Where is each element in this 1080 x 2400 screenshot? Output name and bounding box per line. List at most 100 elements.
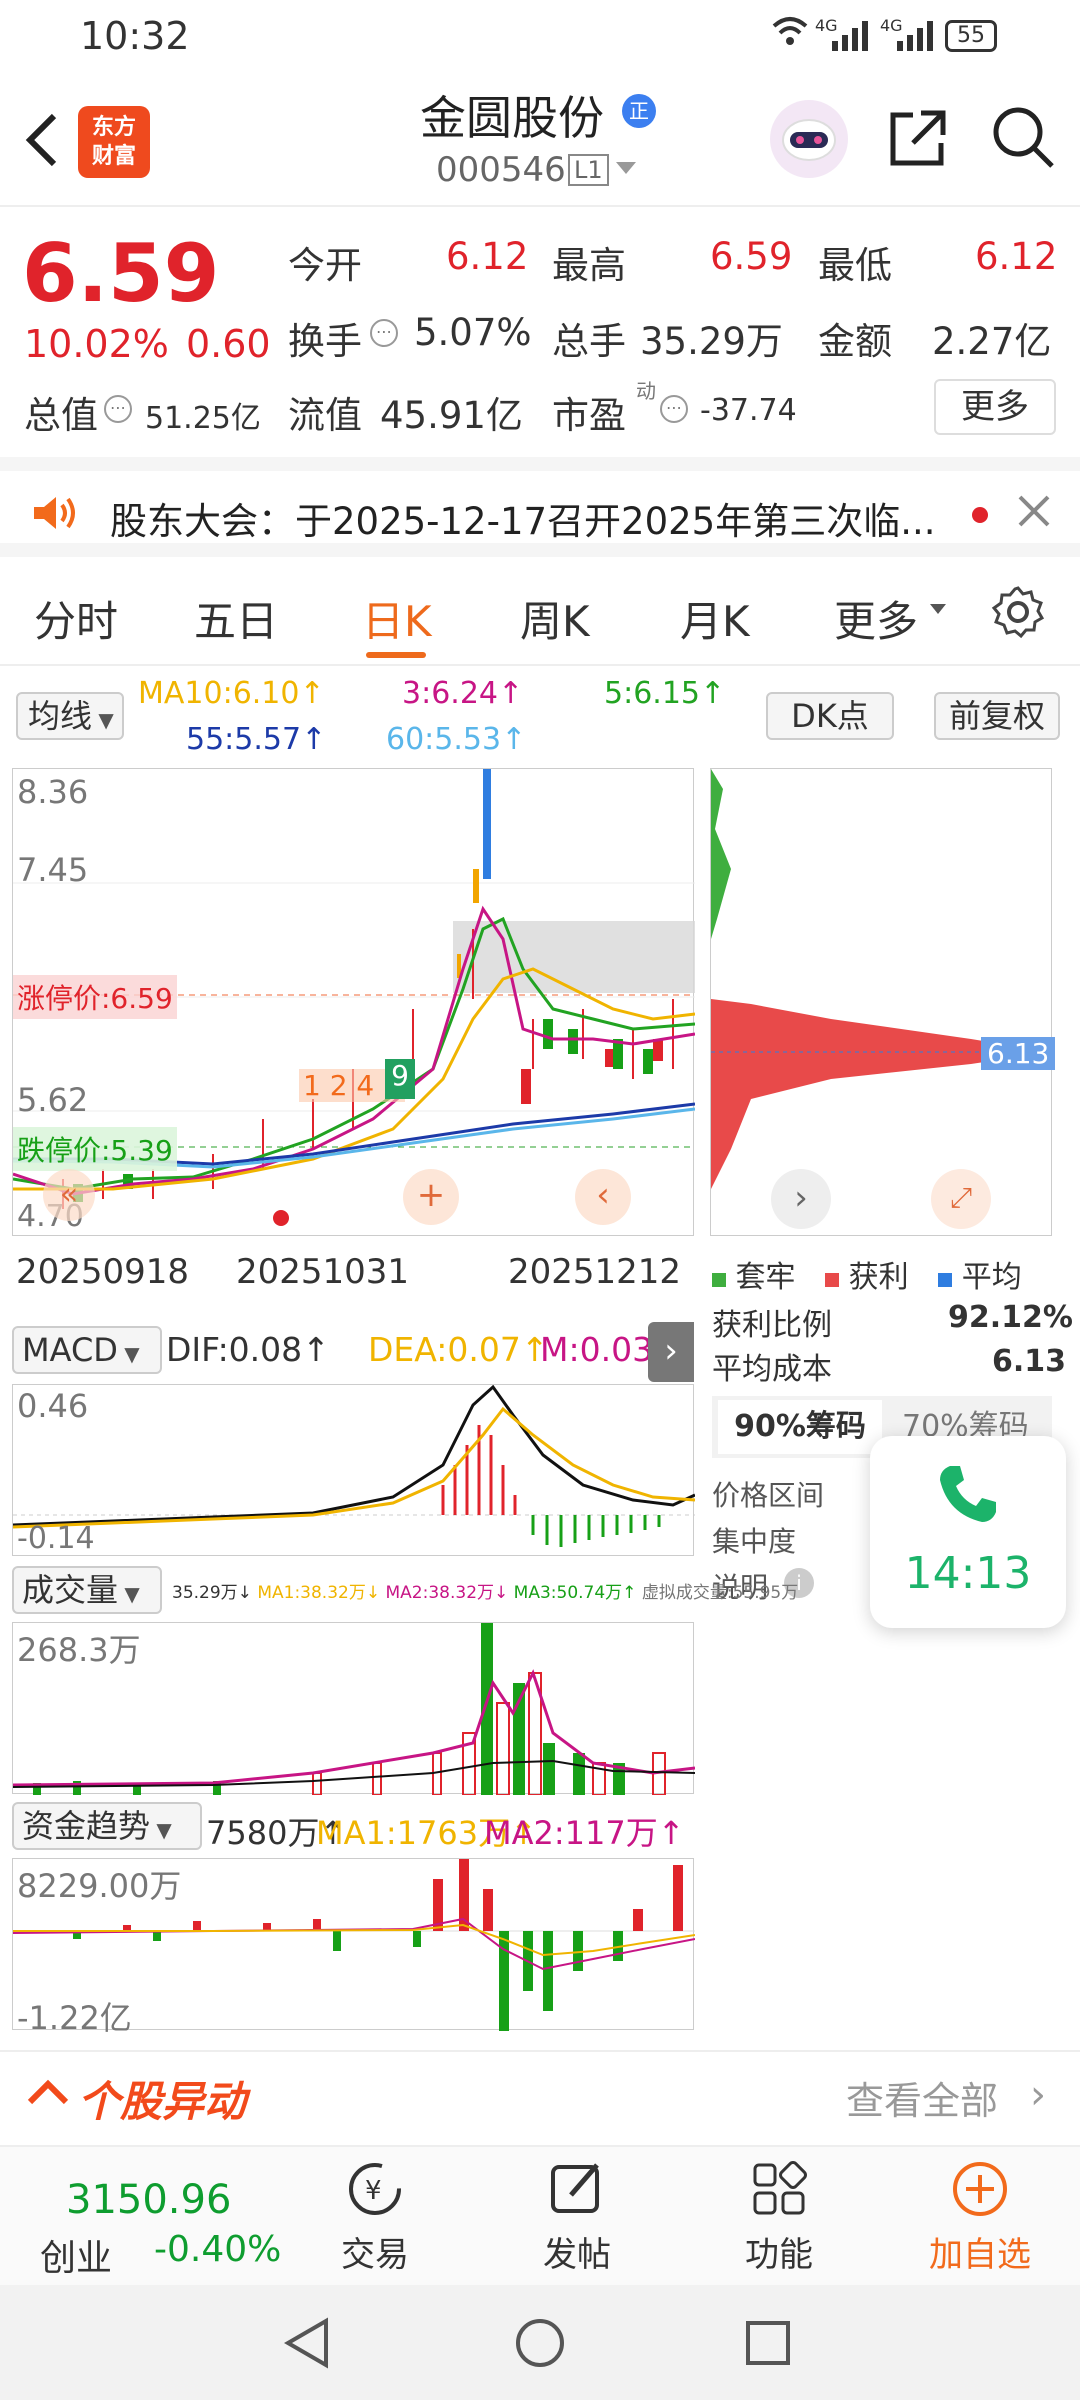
index-ticker[interactable]: 3150.96 创业 -0.40% (0, 2147, 300, 2287)
fund-trend-chart: 8229.00万 -1.22亿 (12, 1858, 696, 2037)
ma10-label: MA10:6.10↑ (138, 676, 325, 711)
ma5-label: 5:6.15↑ (604, 676, 726, 711)
ma55-label: 55:5.57↑ (186, 722, 327, 757)
info-icon[interactable]: ⋯ (660, 395, 688, 423)
chevron-right-icon[interactable]: › (1030, 2072, 1046, 2118)
grid-icon (749, 2159, 809, 2219)
functions-label: 功能 (745, 2235, 813, 2275)
pe-label: 市盈 (552, 394, 626, 437)
expand-right-icon[interactable]: › (648, 1322, 694, 1382)
chevron-up-icon (26, 2076, 70, 2110)
crosshair-plus-icon[interactable]: + (403, 1169, 459, 1225)
tab-indicator (366, 652, 426, 658)
unread-dot (972, 507, 988, 523)
chip-distribution[interactable]: 6.13 › ⤢ (710, 768, 1056, 1236)
dk-point-button[interactable]: DK点 (766, 692, 894, 740)
volume-label: 总手 (552, 320, 626, 363)
fund-y-bottom: -1.22亿 (17, 1999, 132, 2037)
index-value: 3150.96 (66, 2177, 232, 2223)
low-value: 6.12 (975, 235, 1058, 278)
svg-text:¥: ¥ (365, 2176, 382, 2206)
y-label-top: 8.36 (17, 773, 89, 811)
mcap-value: 51.25亿 (145, 401, 261, 436)
trade-button[interactable]: ¥ 交易 (295, 2147, 455, 2287)
volume-chart: 268.3万 (12, 1622, 696, 1796)
ma-selector[interactable]: 均线 ▼ (16, 692, 124, 740)
add-watchlist-button[interactable]: 加自选 (900, 2147, 1060, 2287)
status-bar: 10:32 4G 4G 55 (0, 0, 1080, 72)
speaker-icon (30, 493, 80, 537)
avg-cost-value: 6.13 (992, 1344, 1067, 1379)
expand-icon[interactable]: ⤢ (931, 1169, 991, 1229)
float-label: 流值 (288, 394, 362, 437)
tab-five-day[interactable]: 五日 (194, 588, 278, 649)
chevron-down-icon[interactable] (616, 162, 636, 174)
scroll-left-fast-icon[interactable]: « (43, 1169, 95, 1221)
assistant-avatar-icon[interactable] (770, 100, 848, 178)
info-icon[interactable]: ⋯ (104, 395, 132, 423)
notice-bar[interactable]: 股东大会：于2025-12-17召开2025年第三次临... (0, 457, 1080, 557)
concentration-label: 集中度 (712, 1525, 797, 1558)
adjust-button[interactable]: 前复权 (934, 692, 1060, 740)
kline-chart[interactable]: 8.36 7.45 5.62 4.70 涨停价:6.59 跌停价:5.39 1 … (12, 768, 696, 1236)
tab-intraday[interactable]: 分时 (34, 588, 118, 649)
turnover-value: 5.07% (414, 311, 532, 354)
abnormal-section[interactable]: 个股异动 查看全部 › (0, 2050, 1080, 2140)
add-circle-icon (950, 2159, 1010, 2219)
change-amount: 0.60 (186, 322, 271, 366)
macd-svg (12, 1384, 696, 1547)
turnover-label: 换手 (288, 320, 362, 363)
tab-chip-90[interactable]: 90%筹码 (718, 1400, 882, 1454)
index-name: 创业 (40, 2238, 113, 2279)
quote-panel: 6.59 10.02% 0.60 总值 ⋯ 51.25亿 今开 6.12 最高 … (0, 207, 1080, 457)
share-icon[interactable] (885, 107, 949, 175)
tab-weekly-k[interactable]: 周K (520, 588, 590, 649)
back-icon[interactable] (20, 110, 64, 174)
chip-legend: 套牢 获利 平均 (712, 1252, 1022, 1296)
trade-icon: ¥ (345, 2159, 405, 2219)
signal-icon (830, 18, 874, 62)
tab-daily-k[interactable]: 日K (362, 588, 432, 649)
tab-more[interactable]: 更多 (834, 588, 918, 649)
caret-down-icon[interactable] (930, 604, 946, 614)
last-price: 6.59 (22, 227, 220, 320)
settings-gear-icon[interactable] (990, 584, 1046, 644)
macd-dif: DIF:0.08↑ (166, 1330, 330, 1369)
call-timer: 14:13 (904, 1548, 1032, 1599)
functions-button[interactable]: 功能 (699, 2147, 859, 2287)
view-all-link[interactable]: 查看全部 (846, 2070, 998, 2125)
search-icon[interactable] (990, 104, 1056, 174)
fund-trend-selector[interactable]: 资金趋势 ▼ (12, 1802, 202, 1850)
volume-selector[interactable]: 成交量 ▼ (12, 1566, 162, 1614)
nav-recents-icon[interactable] (744, 2319, 792, 2371)
low-label: 最低 (818, 244, 892, 287)
system-nav-bar (0, 2285, 1080, 2400)
scroll-left-icon[interactable]: ‹ (575, 1169, 631, 1225)
profit-ratio-label: 获利比例 (712, 1308, 832, 1343)
amount-label: 金额 (818, 320, 892, 363)
macd-chart: 0.46 -0.14 (12, 1384, 696, 1556)
call-float-window[interactable]: 14:13 (870, 1436, 1066, 1628)
macd-selector[interactable]: MACD ▼ (12, 1326, 162, 1374)
amount-value: 2.27亿 (932, 320, 1052, 363)
signal-icon-2 (895, 18, 939, 62)
next-icon[interactable]: › (771, 1169, 831, 1229)
stock-header: 东方 财富 金圆股份 正 000546 L1 (0, 72, 1080, 207)
y-label-2: 7.45 (17, 851, 89, 889)
bottom-toolbar: 3150.96 创业 -0.40% ¥ 交易 发帖 功能 加自选 (0, 2145, 1080, 2285)
more-button[interactable]: 更多 (934, 379, 1056, 435)
info-icon[interactable]: ⋯ (370, 319, 398, 347)
phone-icon (936, 1462, 1000, 1530)
level-tag[interactable]: L1 (568, 154, 609, 186)
close-icon[interactable] (1016, 493, 1052, 533)
notice-text: 股东大会：于2025-12-17召开2025年第三次临... (110, 500, 936, 543)
nav-back-icon[interactable] (282, 2315, 334, 2375)
post-label: 发帖 (543, 2235, 611, 2275)
y-label-3: 5.62 (17, 1081, 89, 1119)
abnormal-title: 个股异动 (78, 2077, 247, 2126)
post-button[interactable]: 发帖 (497, 2147, 657, 2287)
macd-dea: DEA:0.07↑ (368, 1330, 549, 1369)
signal-marker-9: 9 (385, 1059, 415, 1099)
tab-monthly-k[interactable]: 月K (680, 588, 750, 649)
nav-home-icon[interactable] (514, 2317, 566, 2373)
